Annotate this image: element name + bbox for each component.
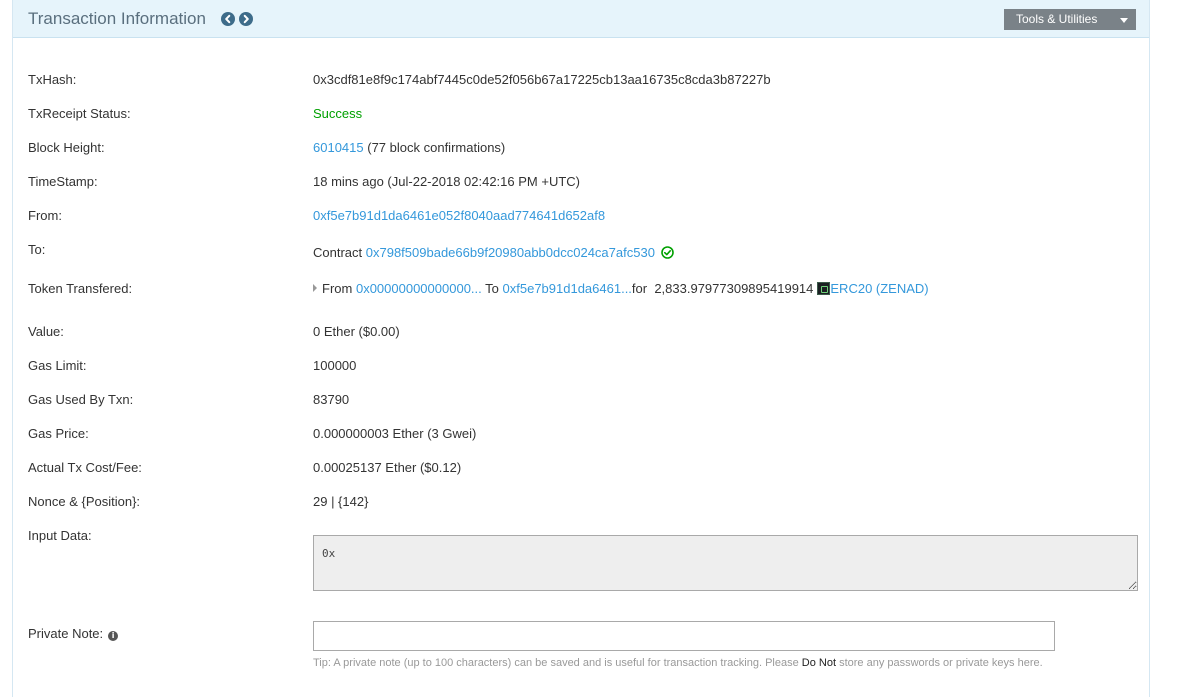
input-data-textarea[interactable]: 0x bbox=[313, 535, 1138, 591]
token-from-link[interactable]: 0x00000000000000... bbox=[356, 281, 482, 296]
tip-emphasis: Do Not bbox=[801, 657, 837, 669]
page-title: Transaction Information bbox=[28, 9, 206, 28]
tip-suffix: store any passwords or private keys here… bbox=[836, 657, 1043, 669]
verified-check-icon bbox=[661, 246, 674, 259]
timestamp-value: 18 mins ago (Jul-22-2018 02:42:16 PM +UT… bbox=[313, 174, 580, 189]
gas-used-value: 83790 bbox=[313, 392, 350, 407]
token-amount: 2,833.97977309895419914 bbox=[654, 281, 814, 296]
timestamp-label: TimeStamp: bbox=[28, 174, 98, 189]
private-note-label-text: Private Note: bbox=[28, 626, 104, 641]
contract-prefix: Contract bbox=[313, 245, 363, 260]
status-label: TxReceipt Status: bbox=[28, 106, 131, 121]
token-from-word: From bbox=[322, 281, 353, 296]
gas-price-label: Gas Price: bbox=[28, 426, 89, 441]
private-note-tip: Tip: A private note (up to 100 character… bbox=[313, 657, 1043, 669]
value-label: Value: bbox=[28, 324, 64, 339]
private-note-label: Private Note: i bbox=[28, 626, 119, 641]
tx-fee-value: 0.00025137 Ether ($0.12) bbox=[313, 460, 462, 475]
input-data-label: Input Data: bbox=[28, 528, 92, 543]
block-height-label: Block Height: bbox=[28, 140, 105, 155]
info-icon[interactable]: i bbox=[108, 631, 119, 641]
token-to-word: To bbox=[485, 281, 499, 296]
token-to-link[interactable]: 0xf5e7b91d1da6461... bbox=[503, 281, 632, 296]
token-transfer-value: From 0x00000000000000... To 0xf5e7b91d1d… bbox=[313, 281, 929, 296]
gas-price-value: 0.000000003 Ether (3 Gwei) bbox=[313, 426, 477, 441]
transaction-panel: Transaction Information Tools & Utilitie… bbox=[12, 0, 1150, 697]
token-logo-icon bbox=[817, 282, 831, 295]
gas-limit-value: 100000 bbox=[313, 358, 357, 373]
tools-utilities-label: Tools & Utilities bbox=[1016, 12, 1098, 26]
expand-arrow-icon[interactable] bbox=[313, 284, 317, 292]
from-address-link[interactable]: 0xf5e7b91d1da6461e052f8040aad774641d652a… bbox=[313, 208, 605, 223]
token-name-link[interactable]: ERC20 (ZENAD) bbox=[830, 281, 928, 296]
to-address-link[interactable]: 0x798f509bade66b9f20980abb0dcc024ca7afc5… bbox=[366, 245, 655, 260]
nonce-label: Nonce & {Position}: bbox=[28, 494, 141, 509]
tools-utilities-dropdown[interactable]: Tools & Utilities bbox=[1004, 9, 1136, 30]
block-confirmations: (77 block confirmations) bbox=[367, 140, 506, 155]
gas-limit-label: Gas Limit: bbox=[28, 358, 87, 373]
nonce-value: 29 | {142} bbox=[313, 494, 369, 509]
chevron-left-icon bbox=[225, 14, 231, 24]
panel-header: Transaction Information Tools & Utilitie… bbox=[13, 0, 1149, 38]
token-transfer-label: Token Transfered: bbox=[28, 281, 133, 296]
tx-fee-label: Actual Tx Cost/Fee: bbox=[28, 460, 142, 475]
status-value: Success bbox=[313, 106, 363, 121]
caret-down-icon bbox=[1120, 18, 1128, 23]
token-for-word: for bbox=[631, 281, 648, 296]
to-label: To: bbox=[28, 242, 46, 257]
value-amount: 0 Ether ($0.00) bbox=[313, 324, 400, 339]
private-note-input[interactable] bbox=[313, 621, 1055, 651]
to-value: Contract 0x798f509bade66b9f20980abb0dcc0… bbox=[313, 245, 674, 260]
next-transaction-button[interactable] bbox=[239, 12, 253, 26]
chevron-right-icon bbox=[243, 14, 249, 24]
gas-used-label: Gas Used By Txn: bbox=[28, 392, 134, 407]
block-number-link[interactable]: 6010415 bbox=[313, 140, 364, 155]
from-label: From: bbox=[28, 208, 62, 223]
txhash-label: TxHash: bbox=[28, 72, 77, 87]
txhash-value: 0x3cdf81e8f9c174abf7445c0de52f056b67a172… bbox=[313, 72, 771, 87]
block-height-value: 6010415 (77 block confirmations) bbox=[313, 140, 505, 155]
tip-prefix: Tip: A private note (up to 100 character… bbox=[313, 657, 802, 669]
previous-transaction-button[interactable] bbox=[221, 12, 235, 26]
